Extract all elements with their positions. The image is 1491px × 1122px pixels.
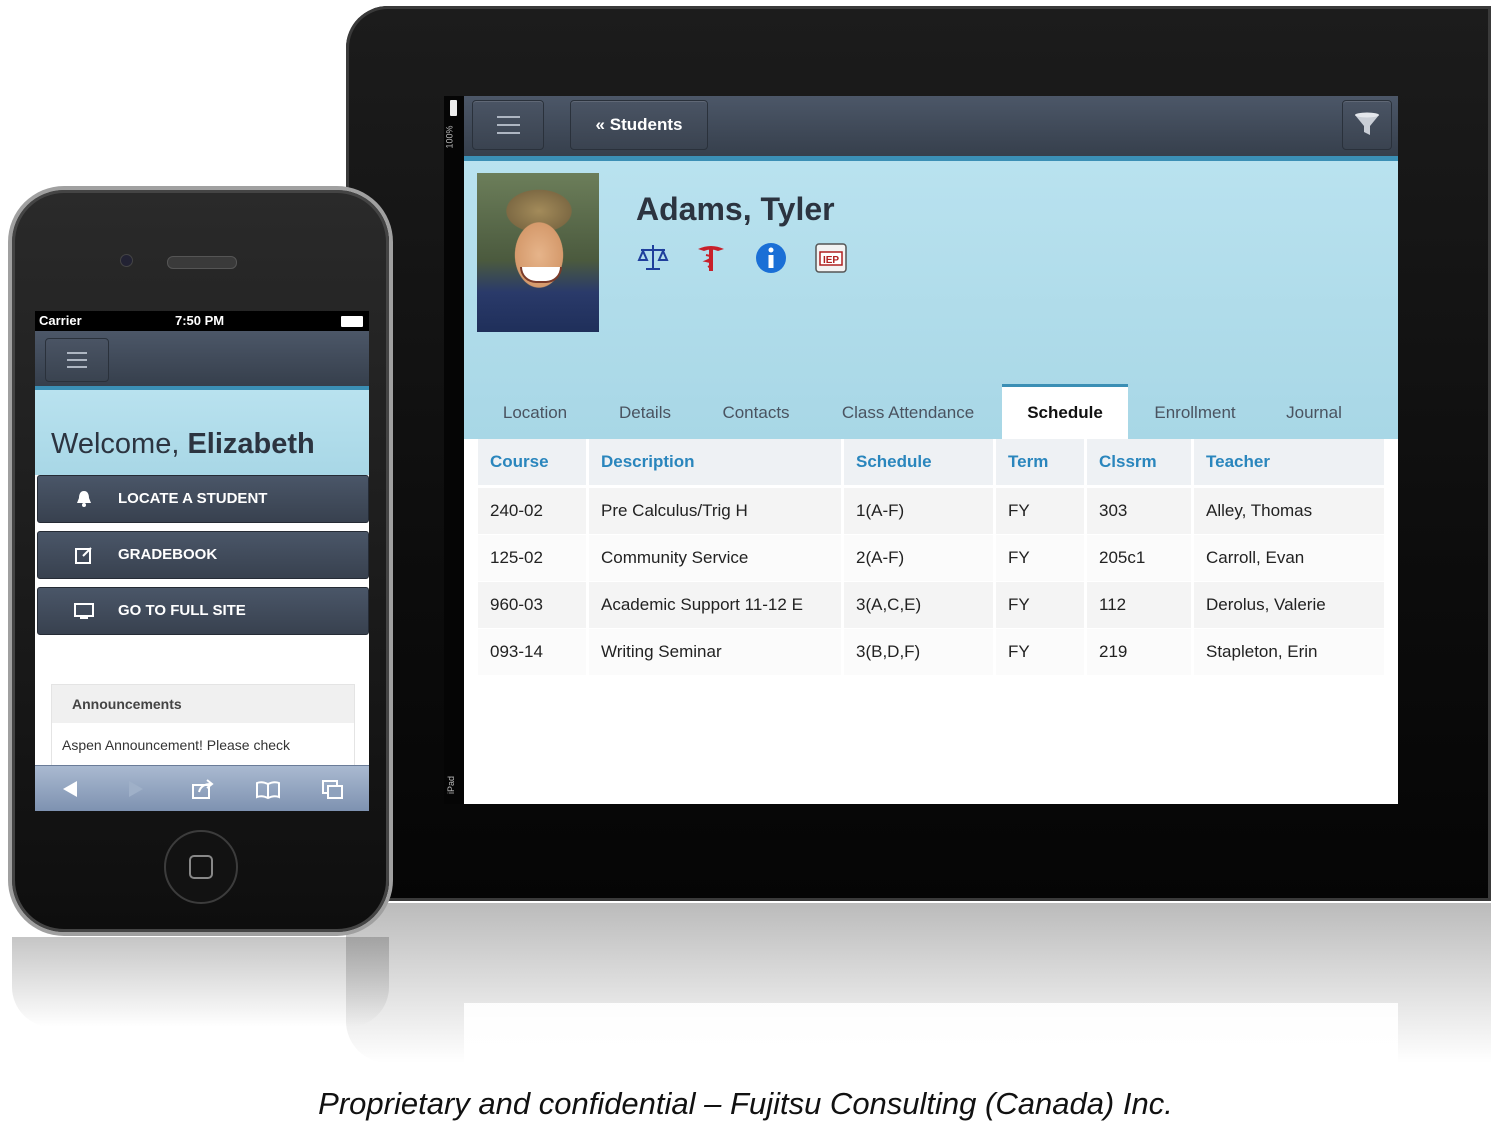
description-cell: Writing Seminar: [586, 629, 841, 675]
full-site-button[interactable]: GO TO FULL SITE: [37, 587, 369, 635]
carrier-label: Carrier: [39, 313, 82, 328]
tab-details[interactable]: Details: [604, 384, 686, 438]
iep-icon[interactable]: IEP: [814, 241, 848, 275]
column-header[interactable]: Schedule: [841, 439, 993, 485]
browser-toolbar: [35, 765, 369, 811]
student-photo: [477, 173, 599, 332]
ipad-reflection: [346, 903, 1491, 1063]
term-cell: FY: [993, 582, 1084, 628]
term-cell: FY: [993, 488, 1084, 534]
tabs-icon[interactable]: [321, 778, 345, 800]
legal-scales-icon[interactable]: [636, 241, 670, 275]
schedule-cell: 2(A-F): [841, 535, 993, 581]
iphone-status-bar: Carrier 7:50 PM: [35, 311, 369, 331]
filter-icon: [1355, 112, 1379, 135]
bookmarks-icon[interactable]: [255, 778, 280, 800]
medical-alert-icon[interactable]: [694, 241, 728, 275]
announcement-text[interactable]: Aspen Announcement! Please check: [62, 737, 290, 753]
announcements-panel: Announcements Aspen Announcement! Please…: [51, 684, 355, 776]
classroom-cell: 205c1: [1084, 535, 1191, 581]
student-header: Adams, Tyler IEP Location Details Contac…: [464, 161, 1398, 441]
course-cell: 240-02: [478, 488, 586, 534]
share-icon[interactable]: [191, 778, 215, 800]
schedule-cell: 3(B,D,F): [841, 629, 993, 675]
user-name: Elizabeth: [187, 428, 315, 460]
battery-percent: 100%: [444, 125, 455, 149]
edit-icon: [75, 547, 92, 564]
schedule-cell: 3(A,C,E): [841, 582, 993, 628]
course-cell: 960-03: [478, 582, 586, 628]
tab-contacts[interactable]: Contacts: [710, 384, 802, 438]
front-camera: [120, 254, 133, 267]
ipad-status-bar: 100% iPad: [444, 96, 464, 804]
tab-class-attendance[interactable]: Class Attendance: [826, 384, 990, 438]
earpiece-speaker: [167, 256, 237, 269]
announcements-title: Announcements: [52, 685, 354, 723]
hamburger-icon: [67, 352, 87, 373]
ipad-screen: « Students Adams, Tyler IEP Location Det…: [464, 96, 1398, 804]
table-row[interactable]: 125-02 Community Service 2(A-F) FY 205c1…: [478, 535, 1384, 581]
top-toolbar: « Students: [464, 96, 1398, 161]
svg-text:IEP: IEP: [823, 255, 839, 266]
screen-reflection: [464, 1003, 1398, 1063]
mobile-toolbar: [35, 331, 369, 390]
course-cell: 093-14: [478, 629, 586, 675]
menu-button[interactable]: [472, 100, 544, 150]
back-to-students-button[interactable]: « Students: [570, 100, 708, 150]
hamburger-icon: [497, 116, 520, 140]
battery-icon: [341, 316, 363, 327]
monitor-icon: [74, 603, 94, 619]
welcome-text: Welcome, Elizabeth: [51, 428, 315, 461]
term-cell: FY: [993, 629, 1084, 675]
clock: 7:50 PM: [175, 313, 225, 328]
welcome-banner: Welcome, Elizabeth: [35, 390, 369, 475]
tab-location[interactable]: Location: [484, 384, 586, 438]
table-header: Course Description Schedule Term Clssrm …: [478, 439, 1384, 485]
tab-journal[interactable]: Journal: [1272, 384, 1356, 438]
back-arrow-icon[interactable]: [59, 778, 83, 800]
description-cell: Pre Calculus/Trig H: [586, 488, 841, 534]
locate-student-button[interactable]: LOCATE A STUDENT: [37, 475, 369, 523]
battery-icon: [450, 100, 457, 116]
iphone-reflection: [12, 937, 389, 1027]
column-header[interactable]: Clssrm: [1084, 439, 1191, 485]
forward-arrow-icon[interactable]: [123, 778, 147, 800]
tab-schedule[interactable]: Schedule: [1002, 384, 1128, 441]
description-cell: Academic Support 11-12 E: [586, 582, 841, 628]
gradebook-button[interactable]: GRADEBOOK: [37, 531, 369, 579]
teacher-cell: Alley, Thomas: [1191, 488, 1384, 534]
bell-icon: [77, 491, 91, 507]
student-name: Adams, Tyler: [636, 191, 835, 227]
description-cell: Community Service: [586, 535, 841, 581]
footer-caption: Proprietary and confidential – Fujitsu C…: [318, 1086, 1173, 1121]
teacher-cell: Stapleton, Erin: [1191, 629, 1384, 675]
column-header[interactable]: Teacher: [1191, 439, 1384, 485]
column-header[interactable]: Description: [586, 439, 841, 485]
table-row[interactable]: 093-14 Writing Seminar 3(B,D,F) FY 219 S…: [478, 629, 1384, 675]
teacher-cell: Derolus, Valerie: [1191, 582, 1384, 628]
classroom-cell: 303: [1084, 488, 1191, 534]
full-site-label: GO TO FULL SITE: [118, 602, 246, 619]
welcome-prefix: Welcome,: [51, 428, 180, 460]
iphone-screen: Carrier 7:50 PM Welcome, Elizabeth LOCAT…: [35, 311, 369, 811]
locate-student-label: LOCATE A STUDENT: [118, 490, 268, 507]
filter-button[interactable]: [1342, 100, 1392, 150]
gradebook-label: GRADEBOOK: [118, 546, 218, 563]
column-header[interactable]: Course: [478, 439, 586, 485]
iphone-home-button[interactable]: [164, 830, 238, 904]
table-row[interactable]: 960-03 Academic Support 11-12 E 3(A,C,E)…: [478, 582, 1384, 628]
classroom-cell: 112: [1084, 582, 1191, 628]
mobile-menu-button[interactable]: [45, 338, 109, 382]
tab-enrollment[interactable]: Enrollment: [1142, 384, 1248, 438]
schedule-cell: 1(A-F): [841, 488, 993, 534]
term-cell: FY: [993, 535, 1084, 581]
info-icon[interactable]: [754, 241, 788, 275]
column-header[interactable]: Term: [993, 439, 1084, 485]
teacher-cell: Carroll, Evan: [1191, 535, 1384, 581]
table-row[interactable]: 240-02 Pre Calculus/Trig H 1(A-F) FY 303…: [478, 488, 1384, 534]
device-label: iPad: [446, 775, 457, 795]
student-tabs: Location Details Contacts Class Attendan…: [464, 384, 1398, 441]
classroom-cell: 219: [1084, 629, 1191, 675]
course-cell: 125-02: [478, 535, 586, 581]
